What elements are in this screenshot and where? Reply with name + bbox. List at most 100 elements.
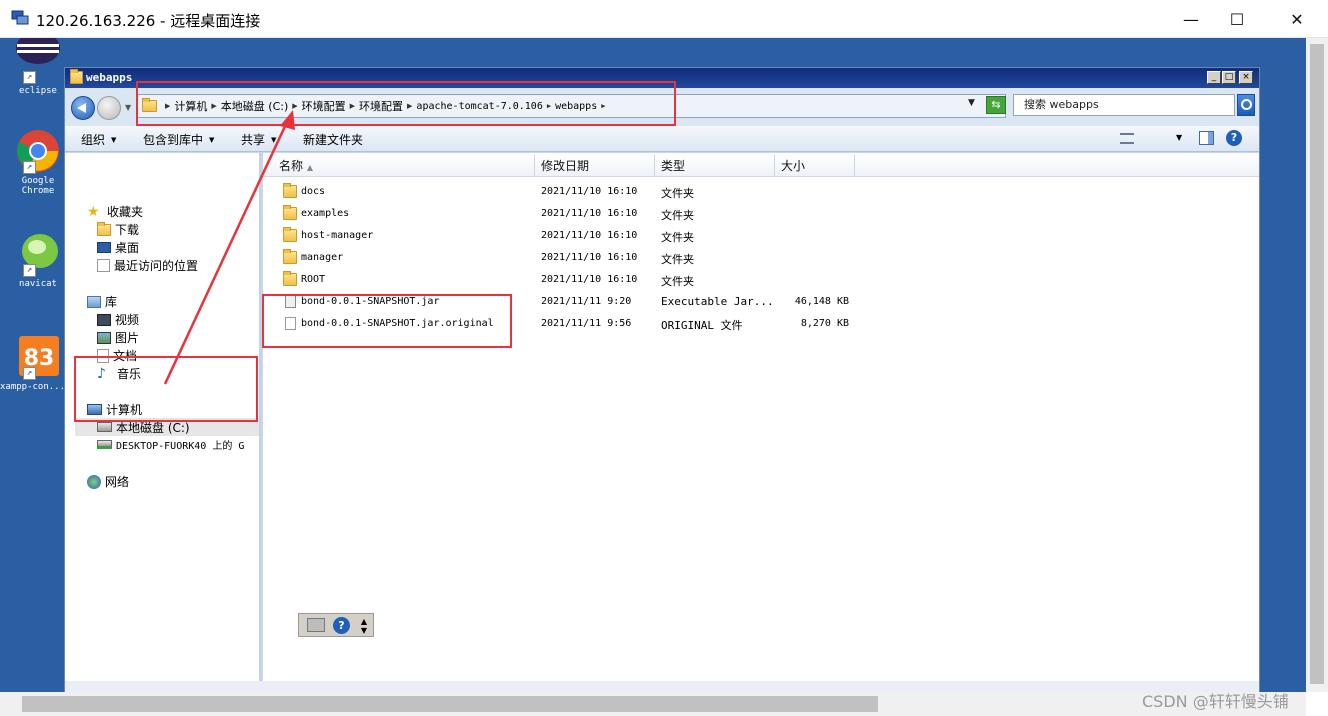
file-type: 文件夹 <box>661 187 694 200</box>
preview-pane-icon[interactable] <box>1199 131 1214 145</box>
breadcrumb-arrow[interactable]: ▶ <box>161 102 174 110</box>
options-menu-icon[interactable]: ▲ ▼ <box>357 617 371 635</box>
breadcrumb-local-disk[interactable]: 本地磁盘 (C:) ▶ <box>221 98 302 114</box>
search-icon[interactable] <box>1237 94 1255 116</box>
jar-file-icon <box>285 295 296 308</box>
include-in-library-button[interactable]: 包含到库中 ▼ <box>143 131 214 148</box>
nav-libraries[interactable]: 库 <box>87 293 117 310</box>
forward-button[interactable] <box>97 96 121 120</box>
breadcrumb-env-config-2[interactable]: 环境配置 ▶ <box>359 98 416 114</box>
file-row[interactable]: host-manager 2021/11/10 16:10 文件夹 <box>263 225 963 247</box>
address-history-dropdown[interactable]: ▼ <box>968 98 975 108</box>
help-icon[interactable]: ? <box>1226 130 1242 146</box>
chevron-down-icon: ▼ <box>209 135 215 144</box>
file-name: ROOT <box>301 274 326 285</box>
column-header-modified[interactable]: 修改日期 <box>535 155 655 177</box>
nav-computer[interactable]: 计算机 <box>87 401 142 418</box>
address-row: ▼ ▶ 计算机 ▶ 本地磁盘 (C:) ▶ 环境配置 ▶ 环境配置 ▶ apache-t… <box>65 88 1259 126</box>
nav-network-drive[interactable]: DESKTOP-FUORK40 上的 G <box>97 437 244 452</box>
nav-downloads[interactable]: 下载 <box>97 221 139 238</box>
nav-network[interactable]: 网络 <box>87 473 129 490</box>
network-globe-icon <box>87 474 101 489</box>
file-type: 文件夹 <box>661 275 694 288</box>
file-name: examples <box>301 208 350 219</box>
file-type: ORIGINAL 文件 <box>661 319 743 332</box>
chevron-right-icon[interactable]: ▶ <box>407 102 412 110</box>
maximize-button[interactable]: ☐ <box>1214 0 1260 38</box>
column-header-size[interactable]: 大小 <box>775 155 855 177</box>
chevron-right-icon[interactable]: ▶ <box>292 102 297 110</box>
recent-pages-dropdown[interactable]: ▼ <box>125 103 131 112</box>
explorer-close-button[interactable]: × <box>1239 71 1253 84</box>
breadcrumb-tomcat[interactable]: apache-tomcat-7.0.106 ▶ <box>416 101 555 112</box>
desktop-icon-xampp[interactable]: 83 ↗ xampp-con... <box>0 334 68 392</box>
file-row[interactable]: manager 2021/11/10 16:10 文件夹 <box>263 247 963 269</box>
file-type: 文件夹 <box>661 209 694 222</box>
address-bar[interactable]: ▶ 计算机 ▶ 本地磁盘 (C:) ▶ 环境配置 ▶ 环境配置 ▶ apache-tom… <box>136 94 1006 118</box>
folder-icon <box>283 271 297 286</box>
shortcut-arrow-icon: ↗ <box>23 71 36 84</box>
organize-button[interactable]: 组织 ▼ <box>81 131 116 148</box>
refresh-button[interactable]: ⇆ <box>986 96 1006 114</box>
nav-music[interactable]: ♪ 音乐 <box>97 365 141 382</box>
search-input[interactable]: 搜索 webapps <box>1013 94 1235 116</box>
desktop-icon-eclipse[interactable]: ↗ eclipse <box>8 38 68 96</box>
column-header-name[interactable]: 名称 ▲ <box>273 155 535 177</box>
breadcrumb-env-config[interactable]: 环境配置 ▶ <box>302 98 359 114</box>
file-modified-date: 2021/11/10 16:10 <box>541 208 638 219</box>
document-icon <box>97 348 109 363</box>
help-icon[interactable]: ? <box>333 617 350 634</box>
desktop-icon-label: Google Chrome <box>21 176 55 196</box>
explorer-maximize-button[interactable]: □ <box>1222 71 1236 84</box>
file-row[interactable]: docs 2021/11/10 16:10 文件夹 <box>263 181 963 203</box>
xampp-icon: 83 ↗ <box>15 334 61 380</box>
scroll-thumb[interactable] <box>22 696 878 712</box>
new-folder-button[interactable]: 新建文件夹 <box>303 131 363 148</box>
shortcut-arrow-icon: ↗ <box>23 264 36 277</box>
breadcrumb-webapps[interactable]: webapps ▶ <box>555 101 609 112</box>
file-row[interactable]: bond-0.0.1-SNAPSHOT.jar.original 2021/11/… <box>263 313 963 335</box>
change-view-icon[interactable] <box>1120 133 1134 144</box>
recent-places-icon <box>97 259 110 272</box>
chrome-icon: ↗ <box>15 128 61 174</box>
chevron-right-icon[interactable]: ▶ <box>601 102 605 110</box>
nav-pictures[interactable]: 图片 <box>97 329 139 346</box>
keyboard-icon[interactable] <box>307 618 325 632</box>
chevron-right-icon[interactable]: ▶ <box>211 102 216 110</box>
file-row[interactable]: bond-0.0.1-SNAPSHOT.jar 2021/11/11 9:20 Ex… <box>263 291 963 313</box>
file-name: bond-0.0.1-SNAPSHOT.jar <box>301 296 440 307</box>
vertical-scrollbar[interactable] <box>1306 38 1328 692</box>
chevron-right-icon[interactable]: ▶ <box>350 102 355 110</box>
explorer-minimize-button[interactable]: _ <box>1207 71 1221 84</box>
scroll-thumb[interactable] <box>1310 44 1324 684</box>
desktop-icon-navicat[interactable]: ↗ navicat <box>8 231 68 289</box>
file-modified-date: 2021/11/11 9:56 <box>541 318 632 329</box>
nav-documents[interactable]: 文档 <box>97 347 137 364</box>
folder-icon <box>283 249 297 264</box>
horizontal-scrollbar[interactable] <box>0 692 1306 716</box>
column-header-type[interactable]: 类型 <box>655 155 775 177</box>
nav-favorites[interactable]: ★ 收藏夹 <box>87 203 143 220</box>
share-button[interactable]: 共享 ▼ <box>241 131 276 148</box>
minimize-button[interactable]: — <box>1168 0 1214 38</box>
close-button[interactable]: ✕ <box>1274 0 1320 38</box>
nav-recent-places[interactable]: 最近访问的位置 <box>97 257 198 274</box>
star-icon: ★ <box>87 203 100 220</box>
nav-desktop[interactable]: 桌面 <box>97 239 139 256</box>
navigation-pane: ★ 收藏夹 下载 桌面 最近访问的位置 库 视频 图片 文档 ♪ 音乐 计算机 … <box>65 153 261 681</box>
file-row[interactable]: ROOT 2021/11/10 16:10 文件夹 <box>263 269 963 291</box>
navicat-icon: ↗ <box>15 231 61 277</box>
breadcrumb-computer[interactable]: 计算机 ▶ <box>174 98 220 114</box>
back-button[interactable] <box>71 96 95 120</box>
chevron-down-icon[interactable]: ▼ <box>1176 133 1182 142</box>
nav-videos[interactable]: 视频 <box>97 311 139 328</box>
file-row[interactable]: examples 2021/11/10 16:10 文件夹 <box>263 203 963 225</box>
library-icon <box>87 295 101 308</box>
nav-local-disk[interactable]: 本地磁盘 (C:) <box>75 418 259 436</box>
picture-icon <box>97 331 111 344</box>
sort-up-icon: ▲ <box>306 163 313 172</box>
rdp-window-title: 120.26.163.226 - 远程桌面连接 <box>36 12 261 30</box>
desktop-icon-google-chrome[interactable]: ↗ Google Chrome <box>8 128 68 196</box>
folder-icon <box>142 98 157 112</box>
chevron-right-icon[interactable]: ▶ <box>547 102 551 110</box>
